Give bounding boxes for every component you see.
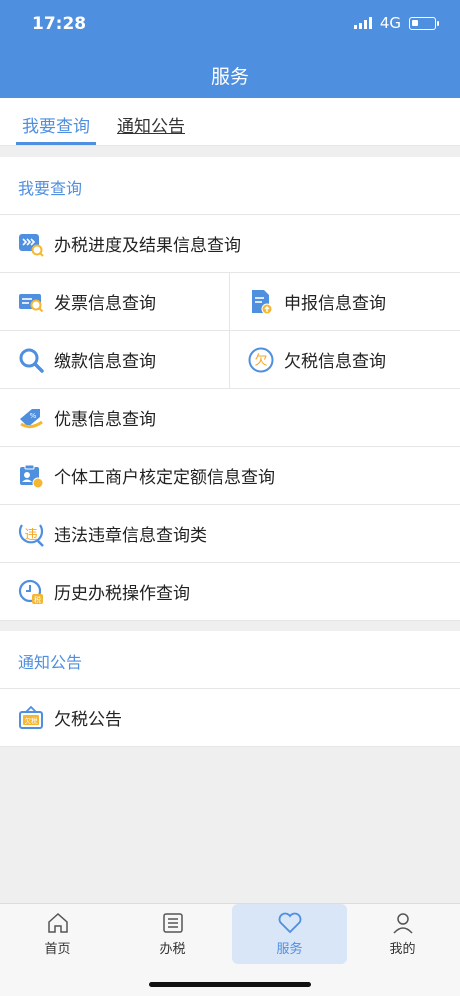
status-time: 17:28 (32, 14, 87, 34)
owed-tax-icon: 欠 (248, 347, 274, 372)
query-item-declaration[interactable]: 申报信息查询 (230, 273, 460, 331)
network-type: 4G (379, 14, 401, 32)
history-icon: 税 (18, 579, 43, 604)
notice-item-owed-tax[interactable]: 欠税 欠税公告 (0, 689, 460, 747)
query-item-label: 个体工商户核定定额信息查询 (54, 468, 275, 488)
svg-text:税: 税 (34, 595, 41, 604)
query-item-label: 办税进度及结果信息查询 (54, 236, 241, 256)
violation-glyph: 违 (24, 528, 37, 543)
owed-tax-notice-icon: 欠税 (19, 705, 43, 729)
query-item-discount[interactable]: % 优惠信息查询 (0, 389, 460, 447)
nav-service[interactable]: 服务 (232, 904, 347, 964)
query-item-progress[interactable]: 办税进度及结果信息查询 (0, 215, 460, 273)
business-icon (20, 464, 44, 488)
section-title-notices: 通知公告 (0, 631, 460, 689)
violation-icon: 违 (18, 523, 44, 547)
tab-bar: 我要查询 通知公告 (0, 98, 460, 146)
nav-profile[interactable]: 我的 (345, 904, 460, 964)
query-item-payment[interactable]: 缴款信息查询 (0, 330, 230, 389)
query-item-label: 历史办税操作查询 (54, 584, 190, 604)
query-item-history[interactable]: 税 历史办税操作查询 (0, 563, 460, 621)
progress-search-icon (19, 233, 44, 257)
query-item-label: 优惠信息查询 (54, 410, 156, 430)
query-item-label: 欠税信息查询 (284, 352, 386, 372)
query-item-label: 缴款信息查询 (54, 352, 156, 372)
owed-tax-glyph: 欠 (254, 352, 267, 368)
nav-label: 首页 (44, 942, 71, 957)
query-item-business[interactable]: 个体工商户核定定额信息查询 (0, 447, 460, 505)
discount-icon: % (20, 408, 43, 428)
heart-icon (278, 912, 301, 934)
svg-text:%: % (30, 412, 37, 420)
query-item-violation[interactable]: 违 违法违章信息查询类 (0, 505, 460, 563)
nav-label: 办税 (159, 942, 186, 957)
page-title: 服务 (210, 66, 249, 88)
notice-glyph: 欠税 (25, 716, 39, 725)
query-row: 发票信息查询 申报信息查询 (0, 272, 460, 331)
notice-section: 通知公告 欠税 欠税公告 (0, 631, 460, 747)
active-tab-indicator (16, 142, 96, 145)
tab-query[interactable]: 我要查询 (22, 112, 90, 137)
query-row: 缴款信息查询 欠 欠税信息查询 (0, 330, 460, 389)
home-icon (47, 912, 68, 933)
signal-icon (353, 17, 372, 29)
query-section: 我要查询 办税进度及结果信息查询 发票信息查询 申报信息查询 缴款信息查询 欠 … (0, 157, 460, 621)
nav-tax[interactable]: 办税 (115, 904, 230, 964)
nav-label: 我的 (389, 942, 416, 957)
home-indicator (149, 982, 311, 987)
app-header: 17:28 4G 服务 (0, 0, 460, 98)
invoice-search-icon (19, 293, 44, 312)
nav-home[interactable]: 首页 (0, 904, 115, 964)
battery-icon (409, 16, 439, 30)
tab-notices[interactable]: 通知公告 (117, 112, 185, 137)
section-title-query: 我要查询 (0, 157, 460, 215)
query-item-label: 违法违章信息查询类 (54, 526, 207, 546)
list-icon (162, 913, 183, 933)
nav-label: 服务 (276, 942, 303, 957)
query-item-owed-tax[interactable]: 欠 欠税信息查询 (230, 331, 460, 389)
declaration-icon (252, 289, 273, 314)
notice-item-label: 欠税公告 (54, 710, 122, 730)
search-icon (19, 348, 44, 373)
query-item-label: 申报信息查询 (284, 294, 386, 314)
user-icon (392, 913, 413, 934)
query-item-label: 发票信息查询 (54, 294, 156, 314)
query-item-invoice[interactable]: 发票信息查询 (0, 272, 230, 331)
status-indicators: 4G (353, 14, 439, 32)
